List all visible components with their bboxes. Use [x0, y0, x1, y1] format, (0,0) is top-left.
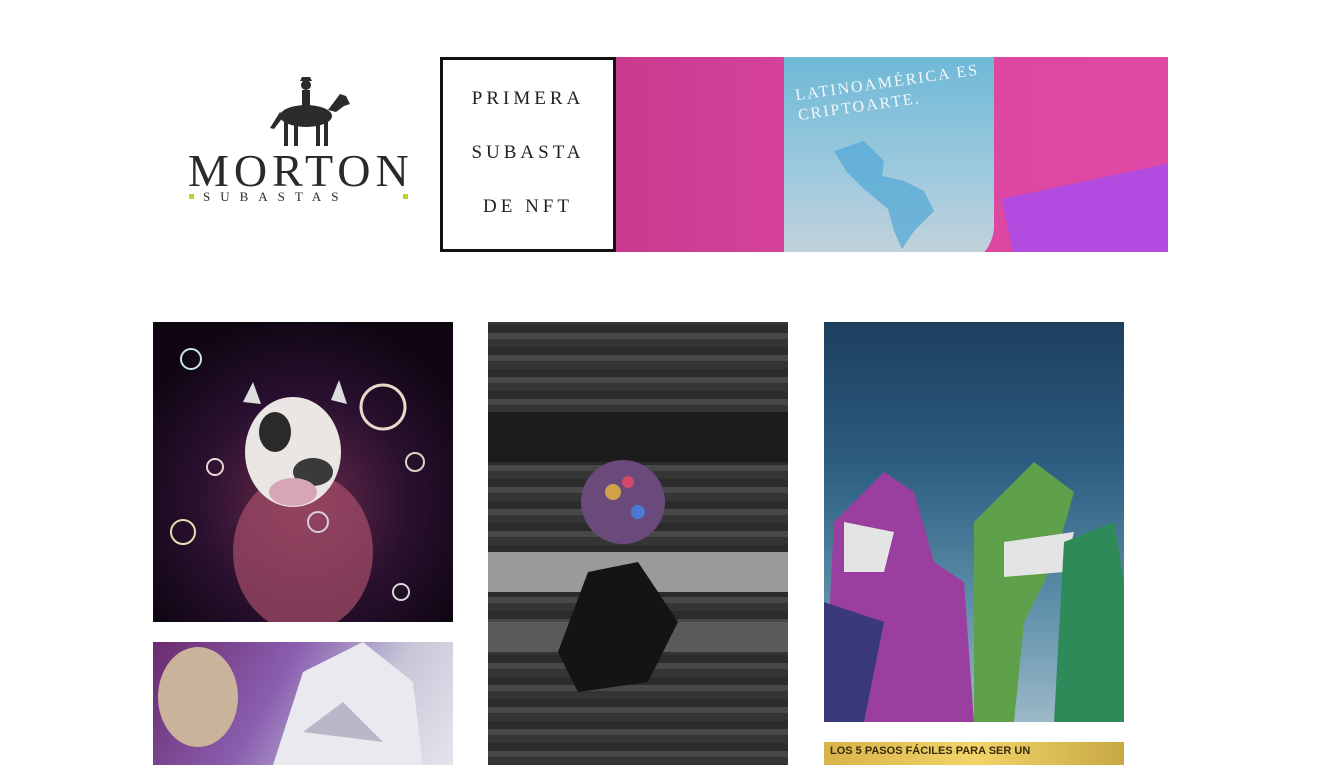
banner-line-1: PRIMERA: [471, 88, 585, 109]
tile-caption: LOS 5 PASOS FÁCILES PARA SER UN: [830, 745, 1031, 757]
logo-tagline: SUBASTAS: [203, 189, 349, 204]
banner-title-box: PRIMERA SUBASTA DE NFT: [440, 57, 616, 252]
glitch-artwork-icon: [488, 322, 788, 765]
gallery-tile-pasos[interactable]: LOS 5 PASOS FÁCILES PARA SER UN: [824, 742, 1124, 765]
gallery-tile-cow-mask[interactable]: [153, 322, 453, 622]
logo-wordmark: MORTON: [188, 145, 414, 196]
banner-card-text: LATINOAMÉRICA ES CRIPTOARTE.: [794, 61, 981, 125]
cow-mask-artwork-icon: [170, 348, 425, 622]
sculpture-artwork-icon: [158, 642, 423, 765]
banner-line-3: DE NFT: [483, 196, 573, 217]
banner-card: LATINOAMÉRICA ES CRIPTOARTE.: [784, 57, 994, 252]
logo-dot-left: [189, 194, 194, 199]
morton-logo[interactable]: MORTON SUBASTAS: [170, 70, 430, 220]
dinosaurs-artwork-icon: [824, 462, 1124, 722]
horse-rider-icon: [270, 77, 350, 146]
gallery-tile-glitch[interactable]: [488, 322, 788, 765]
latin-america-map-icon: [834, 141, 934, 249]
gallery-tile-dinosaurs[interactable]: [824, 322, 1124, 722]
banner-line-2: SUBASTA: [471, 142, 585, 163]
gallery-tile-sculpture[interactable]: [153, 642, 453, 765]
logo-dot-right: [403, 194, 408, 199]
nft-auction-banner[interactable]: PRIMERA SUBASTA DE NFT LATINOAMÉRICA ES …: [440, 57, 1168, 252]
